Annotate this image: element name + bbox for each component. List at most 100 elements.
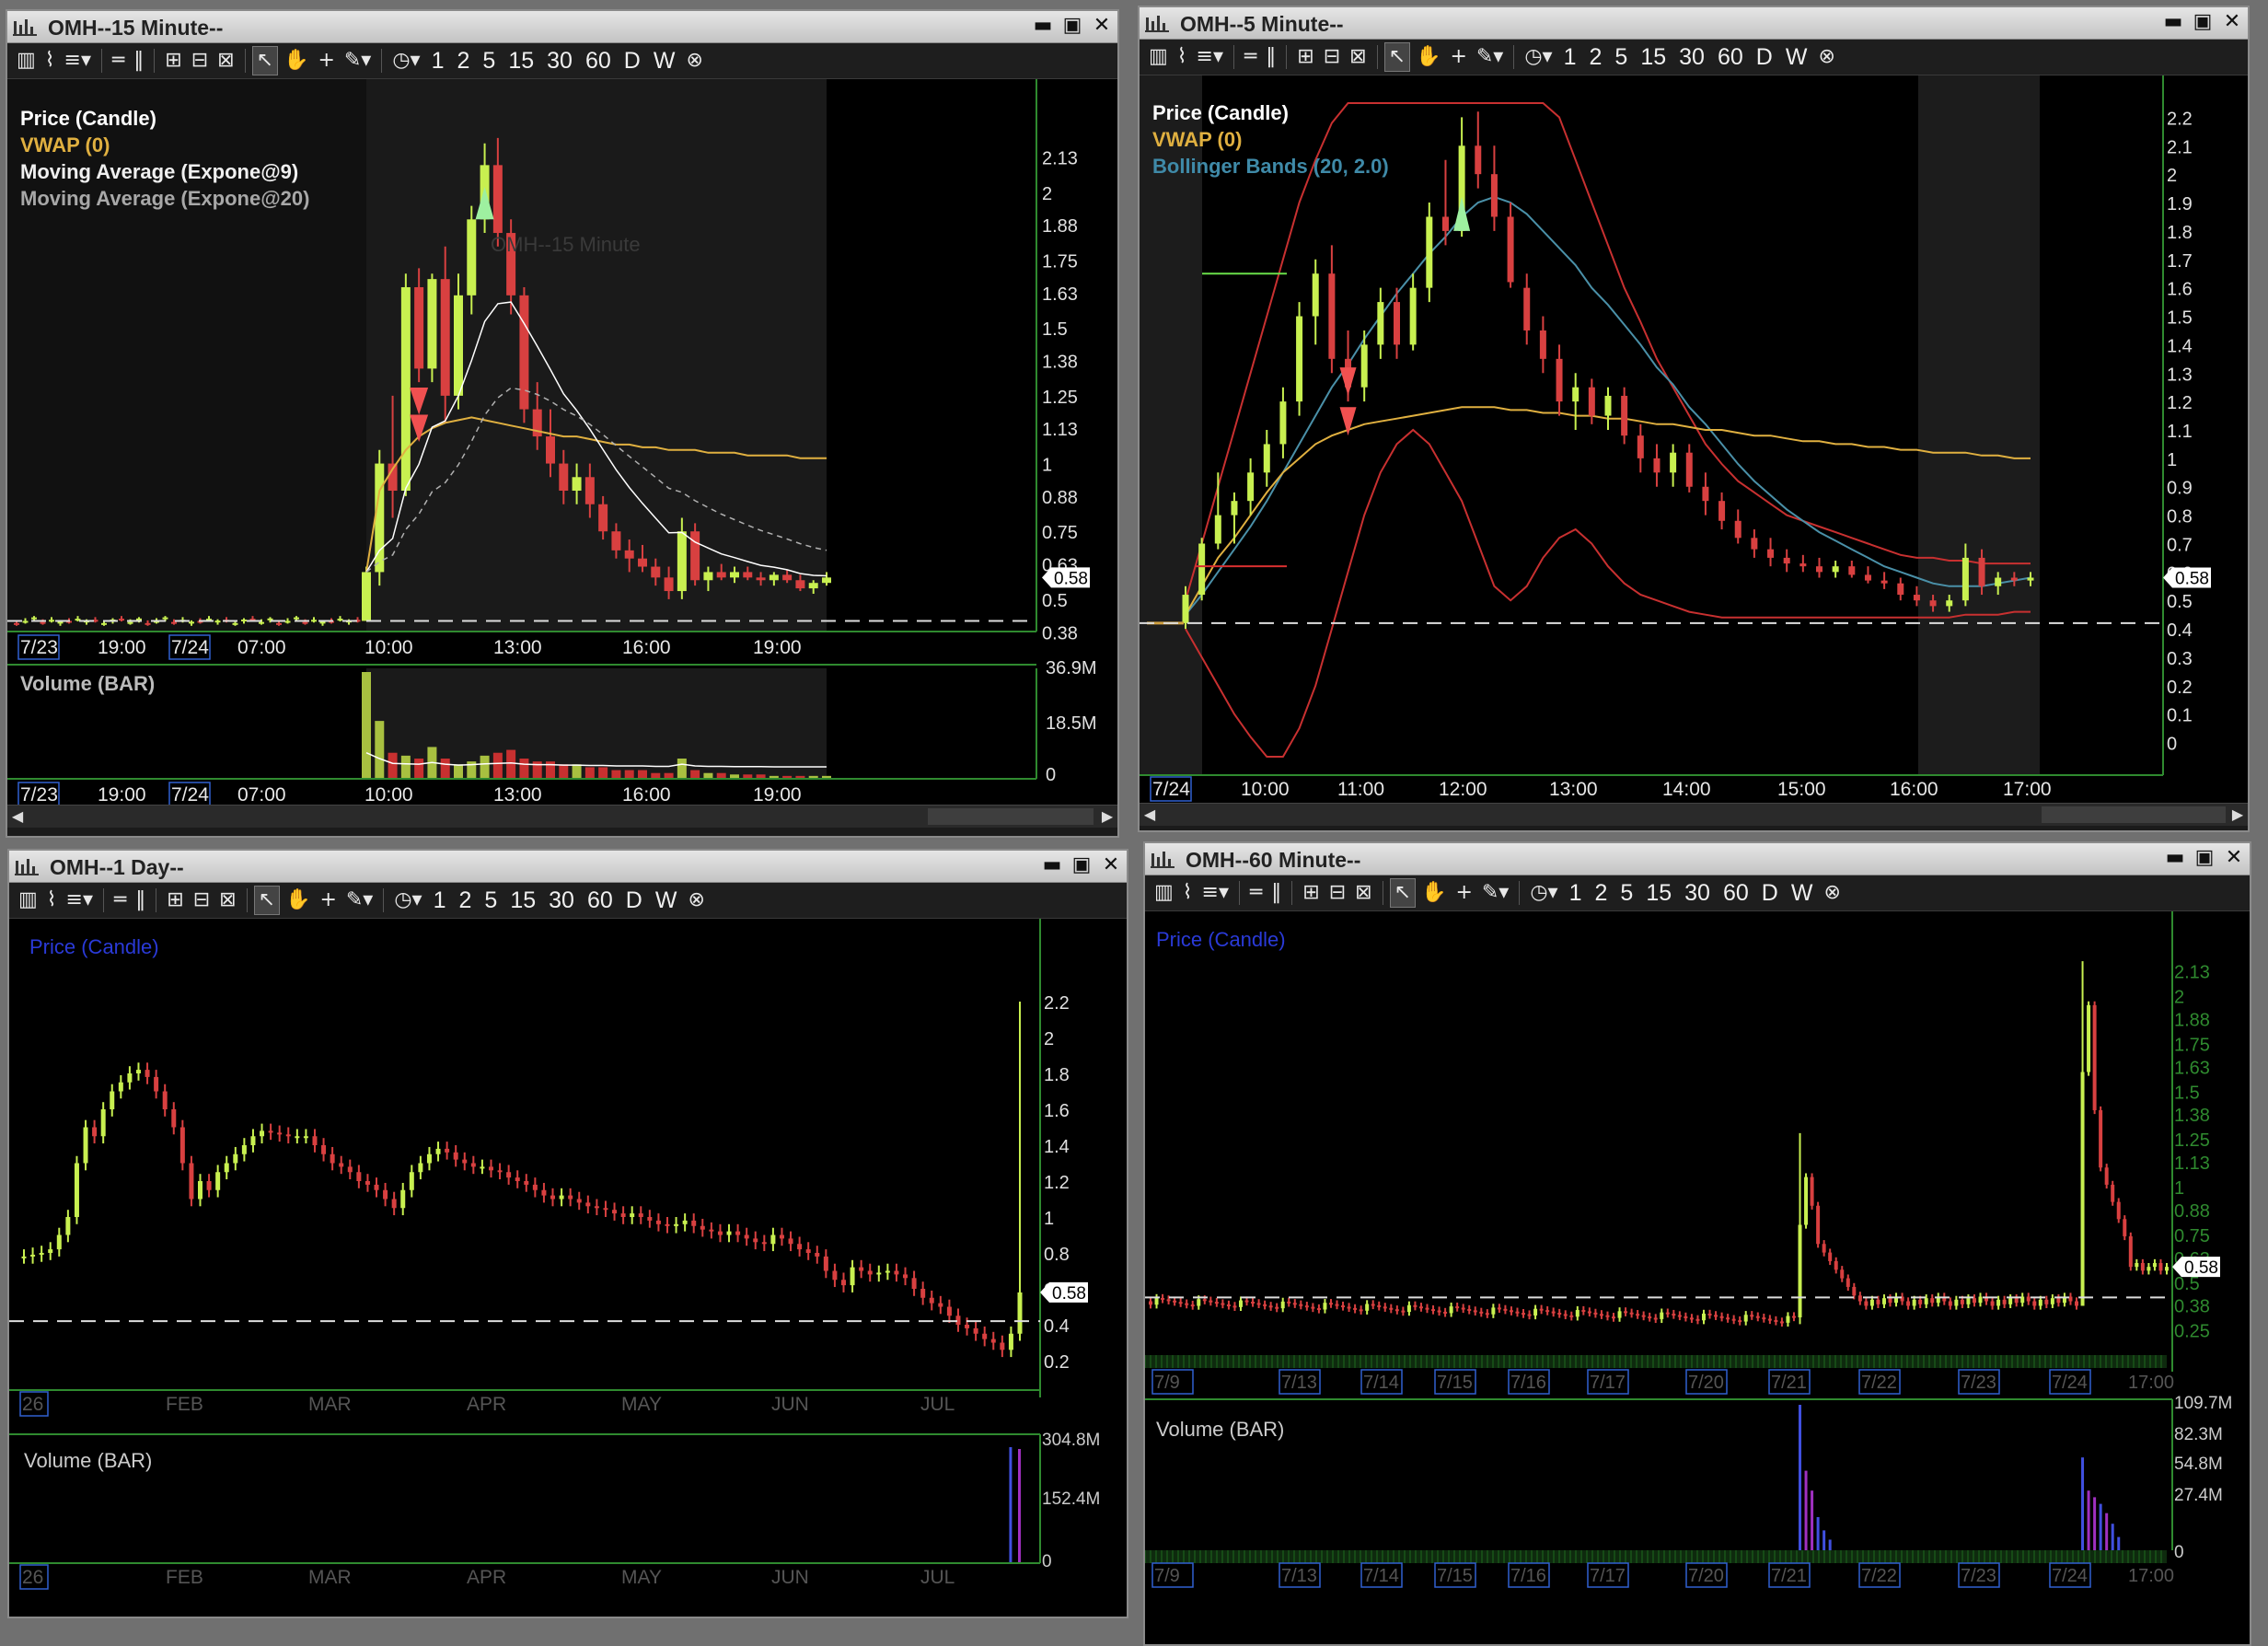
minimize-icon[interactable]: ▬ [2163,847,2187,869]
close-icon[interactable]: ✕ [2220,11,2244,33]
equal-icon[interactable]: ═ [110,887,130,914]
zoom-fit-icon[interactable]: ⊠ [214,47,237,75]
interval-30[interactable]: 30 [543,887,580,914]
zoom-out-icon[interactable]: ⊟ [1325,879,1349,907]
interval-d[interactable]: D [620,887,648,914]
clock-icon[interactable]: ◷▾ [1526,879,1561,907]
line-style-icon[interactable]: ⌇ [43,887,61,914]
zoom-out-icon[interactable]: ⊟ [190,887,214,914]
pause-icon[interactable]: ‖ [130,47,147,75]
interval-15[interactable]: 15 [504,887,541,914]
titlebar[interactable]: OMH--60 Minute-- ▬ ▣ ✕ [1145,843,2250,875]
chart-1-day[interactable]: 2.221.81.61.41.210.80.60.40.2Price (Cand… [9,919,1127,1617]
interval-2[interactable]: 2 [452,47,476,75]
interval-1[interactable]: 1 [428,887,452,914]
studies-icon[interactable]: ≡▾ [1193,43,1227,71]
scroll-thumb[interactable] [928,808,1094,825]
maximize-icon[interactable]: ▣ [2191,11,2215,33]
pencil-icon[interactable]: ✎▾ [342,887,376,914]
interval-60[interactable]: 60 [1718,879,1754,907]
minimize-icon[interactable]: ▬ [1040,854,1064,876]
cancel-icon[interactable]: ⊗ [1820,879,1844,907]
maximize-icon[interactable]: ▣ [1060,15,1084,37]
crosshair-icon[interactable]: + [314,47,338,75]
zoom-in-icon[interactable]: ⊞ [163,887,187,914]
interval-15[interactable]: 15 [503,47,539,75]
cancel-icon[interactable]: ⊗ [1814,43,1838,71]
interval-30[interactable]: 30 [541,47,578,75]
pause-icon[interactable]: ‖ [1267,879,1285,907]
pause-icon[interactable]: ‖ [1262,43,1279,71]
scroll-left-icon[interactable]: ◀ [1140,804,1160,826]
zoom-fit-icon[interactable]: ⊠ [215,887,239,914]
minimize-icon[interactable]: ▬ [1031,15,1055,37]
titlebar[interactable]: OMH--1 Day-- ▬ ▣ ✕ [9,851,1127,883]
clock-icon[interactable]: ◷▾ [388,47,423,75]
cancel-icon[interactable]: ⊗ [682,47,706,75]
cancel-icon[interactable]: ⊗ [684,887,708,914]
scroll-right-icon[interactable]: ▶ [1097,806,1117,828]
interval-5[interactable]: 5 [479,887,503,914]
zoom-in-icon[interactable]: ⊞ [161,47,185,75]
equal-icon[interactable]: ═ [1241,43,1260,71]
interval-w[interactable]: W [650,887,683,914]
interval-60[interactable]: 60 [580,47,617,75]
minimize-icon[interactable]: ▬ [2161,11,2185,33]
equal-icon[interactable]: ═ [109,47,128,75]
line-style-icon[interactable]: ⌇ [1179,879,1197,907]
maximize-icon[interactable]: ▣ [1070,854,1094,876]
maximize-icon[interactable]: ▣ [2193,847,2216,869]
interval-15[interactable]: 15 [1640,879,1677,907]
close-icon[interactable]: ✕ [2222,847,2246,869]
clock-icon[interactable]: ◷▾ [390,887,425,914]
hand-icon[interactable]: ✋ [280,47,312,75]
interval-1[interactable]: 1 [1564,879,1588,907]
interval-d[interactable]: D [619,47,646,75]
titlebar[interactable]: OMH--5 Minute-- ▬ ▣ ✕ [1140,7,2248,40]
interval-60[interactable]: 60 [1712,43,1749,71]
interval-30[interactable]: 30 [1679,879,1716,907]
close-icon[interactable]: ✕ [1090,15,1114,37]
interval-2[interactable]: 2 [1584,43,1608,71]
interval-1[interactable]: 1 [1558,43,1582,71]
pointer-icon[interactable]: ↖ [253,886,281,915]
crosshair-icon[interactable]: + [1446,43,1470,71]
pause-icon[interactable]: ‖ [132,887,149,914]
interval-5[interactable]: 5 [1614,879,1638,907]
pencil-icon[interactable]: ✎▾ [1478,879,1512,907]
chart-5-minute[interactable]: 2.2 2.1 2 1.9 1.8 1.7 1.6 1.5 1.4 1.3 1.2 1.1 1 0.9 0.… [1140,75,2248,803]
bar-chart-icon[interactable]: ▥ [1151,879,1177,907]
chart-15-minute[interactable]: 2.13 2 1.88 1.75 1.63 1.5 1.38 1.25 1.13 1 0.88 0.7… [7,79,1117,816]
interval-2[interactable]: 2 [1590,879,1614,907]
interval-w[interactable]: W [1786,879,1819,907]
hand-icon[interactable]: ✋ [1418,879,1450,907]
hand-icon[interactable]: ✋ [1412,43,1444,71]
scroll-right-icon[interactable]: ▶ [2228,804,2248,826]
pointer-icon[interactable]: ↖ [251,46,279,75]
studies-icon[interactable]: ≡▾ [61,47,95,75]
line-style-icon[interactable]: ⌇ [41,47,59,75]
scroll-thumb[interactable] [2042,806,2226,823]
pencil-icon[interactable]: ✎▾ [1473,43,1507,71]
bar-chart-icon[interactable]: ▥ [15,887,41,914]
hand-icon[interactable]: ✋ [282,887,314,914]
studies-icon[interactable]: ≡▾ [1198,879,1232,907]
zoom-in-icon[interactable]: ⊞ [1293,43,1317,71]
studies-icon[interactable]: ≡▾ [63,887,97,914]
pointer-icon[interactable]: ↖ [1383,42,1411,72]
crosshair-icon[interactable]: + [1452,879,1475,907]
chart-60-minute[interactable]: 2.13 21.88 1.75 1.63 1.5 1.38 1.251.13 10.88 0.7… [1145,911,2250,1644]
interval-15[interactable]: 15 [1635,43,1672,71]
horizontal-scrollbar[interactable]: ◀ ▶ [7,805,1117,828]
zoom-in-icon[interactable]: ⊞ [1299,879,1323,907]
interval-30[interactable]: 30 [1673,43,1710,71]
zoom-out-icon[interactable]: ⊟ [188,47,212,75]
bar-chart-icon[interactable]: ▥ [13,47,40,75]
interval-5[interactable]: 5 [1609,43,1633,71]
zoom-out-icon[interactable]: ⊟ [1320,43,1344,71]
pencil-icon[interactable]: ✎▾ [341,47,375,75]
interval-1[interactable]: 1 [426,47,450,75]
interval-5[interactable]: 5 [477,47,501,75]
scroll-left-icon[interactable]: ◀ [7,806,28,828]
bar-chart-icon[interactable]: ▥ [1145,43,1172,71]
